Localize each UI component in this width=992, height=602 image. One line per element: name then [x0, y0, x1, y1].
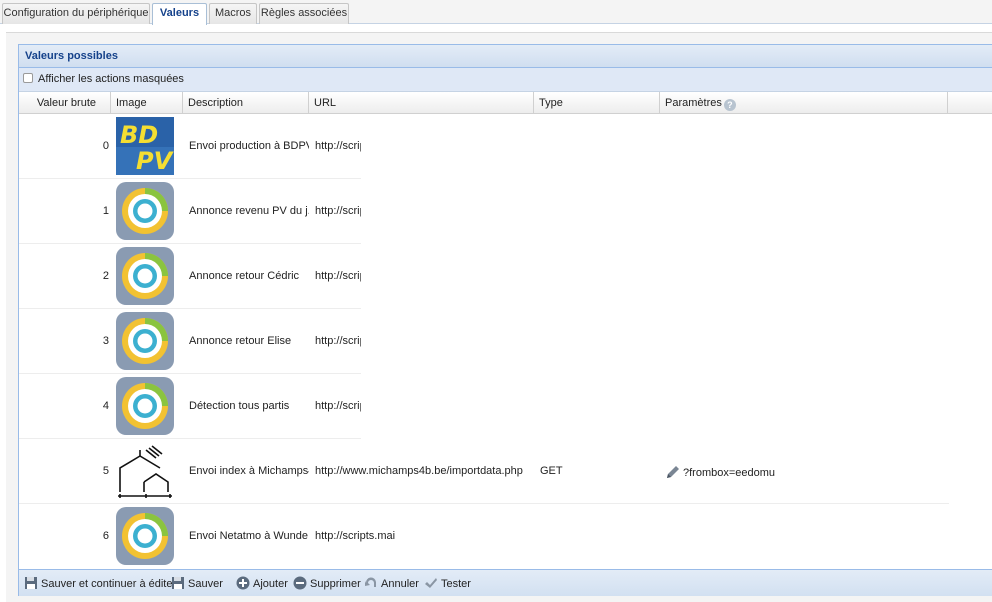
- raw-value: 4: [102, 400, 109, 412]
- row-url: http://script: [315, 140, 361, 152]
- house-sketch-icon: [116, 442, 174, 500]
- row-url: http://www.michamps4b.be/importdata.php: [315, 465, 523, 477]
- save-continue-button[interactable]: Sauver et continuer à éditer: [24, 574, 176, 594]
- row-description: Envoi index à Michamps4b: [189, 465, 309, 477]
- minus-circle-icon: [293, 576, 307, 590]
- row-description: Envoi production à BDPV: [189, 140, 309, 152]
- table-row[interactable]: 1 Annonce revenu PV du j... http://scrip…: [19, 179, 361, 244]
- table-row[interactable]: 3 Annonce retour Elise http://script: [19, 309, 361, 374]
- table-row[interactable]: 0 BD PV Envoi production à BDPV http://s…: [19, 114, 361, 179]
- col-params-label: Paramètres: [665, 97, 722, 109]
- delete-button[interactable]: Supprimer: [293, 574, 361, 594]
- show-hidden-checkbox[interactable]: [23, 73, 33, 83]
- floppy-icon: [172, 577, 184, 589]
- raw-value: 2: [102, 270, 109, 282]
- help-icon[interactable]: ?: [723, 99, 736, 111]
- test-button[interactable]: Tester: [424, 574, 471, 594]
- col-url[interactable]: URL: [309, 92, 534, 114]
- raw-value: 3: [102, 335, 109, 347]
- raw-value: 5: [102, 465, 109, 477]
- save-button[interactable]: Sauver: [171, 574, 223, 594]
- add-label: Ajouter: [253, 578, 288, 590]
- col-params[interactable]: Paramètres?: [660, 92, 948, 114]
- col-image[interactable]: Image: [111, 92, 183, 114]
- ring-icon: [116, 182, 174, 240]
- svg-text:BD: BD: [120, 121, 158, 149]
- col-raw-value[interactable]: Valeur brute: [19, 92, 111, 114]
- checkmark-icon: [425, 578, 437, 588]
- row-params: ?frombox=eedomus: [683, 467, 775, 479]
- col-type[interactable]: Type: [534, 92, 660, 114]
- row-description: Annonce retour Cédric: [189, 270, 300, 282]
- floppy-icon: [25, 577, 37, 589]
- plus-circle-icon: [236, 576, 250, 590]
- cancel-label: Annuler: [381, 578, 419, 590]
- delete-label: Supprimer: [310, 578, 361, 590]
- ring-icon: [116, 312, 174, 370]
- cancel-button[interactable]: Annuler: [364, 574, 419, 594]
- ring-icon: [116, 247, 174, 305]
- tab-bar: Configuration du périphérique Valeurs Ma…: [0, 0, 992, 25]
- row-description: Envoi Netatmo à Wunde...: [189, 530, 309, 542]
- ring-icon: [116, 377, 174, 435]
- svg-text:PV: PV: [136, 147, 174, 175]
- row-url: http://scripts.maiso: [315, 530, 395, 542]
- tab-associated-rules[interactable]: Règles associées: [259, 3, 349, 24]
- values-grid: 0 BD PV Envoi production à BDPV http://s…: [19, 114, 949, 569]
- grid-header: Valeur brute Image Description URL Type …: [19, 92, 992, 114]
- save-continue-label: Sauver et continuer à éditer: [41, 578, 177, 590]
- tab-macros[interactable]: Macros: [209, 3, 257, 24]
- bdpv-logo: BD PV: [116, 117, 174, 175]
- ring-icon: [116, 507, 174, 565]
- raw-value: 0: [102, 140, 109, 152]
- row-url: http://script: [315, 205, 361, 217]
- raw-value: 6: [102, 530, 109, 542]
- row-description: Détection tous partis: [189, 400, 290, 412]
- bottom-toolbar: Sauver et continuer à éditer Sauver Ajou…: [19, 569, 992, 596]
- row-type: GET: [540, 465, 563, 477]
- table-row[interactable]: 2 Annonce retour Cédric http://script: [19, 244, 361, 309]
- col-description[interactable]: Description: [183, 92, 309, 114]
- add-button[interactable]: Ajouter: [236, 574, 288, 594]
- show-hidden-row: Afficher les actions masquées: [19, 68, 992, 92]
- values-panel: Valeurs possibles Afficher les actions m…: [18, 44, 992, 596]
- table-row[interactable]: 4 Détection tous partis http://script: [19, 374, 361, 439]
- table-row[interactable]: 5 Envoi index à Michamps4b http://www.mi…: [19, 439, 949, 504]
- show-hidden-label: Afficher les actions masquées: [38, 73, 184, 85]
- row-description: Annonce revenu PV du j...: [189, 205, 309, 217]
- tab-device-configuration[interactable]: Configuration du périphérique: [2, 3, 150, 24]
- row-url: http://script: [315, 335, 361, 347]
- tab-values[interactable]: Valeurs: [152, 3, 207, 25]
- raw-value: 1: [102, 205, 109, 217]
- pencil-icon[interactable]: [665, 464, 681, 480]
- panel-title: Valeurs possibles: [19, 45, 992, 68]
- row-description: Annonce retour Elise: [189, 335, 292, 347]
- row-url: http://script: [315, 270, 361, 282]
- test-label: Tester: [441, 578, 471, 590]
- row-url: http://script: [315, 400, 361, 412]
- save-label: Sauver: [188, 578, 223, 590]
- table-row[interactable]: 6 Envoi Netatmo à Wunde... http://script…: [19, 504, 949, 569]
- undo-icon: [365, 577, 376, 587]
